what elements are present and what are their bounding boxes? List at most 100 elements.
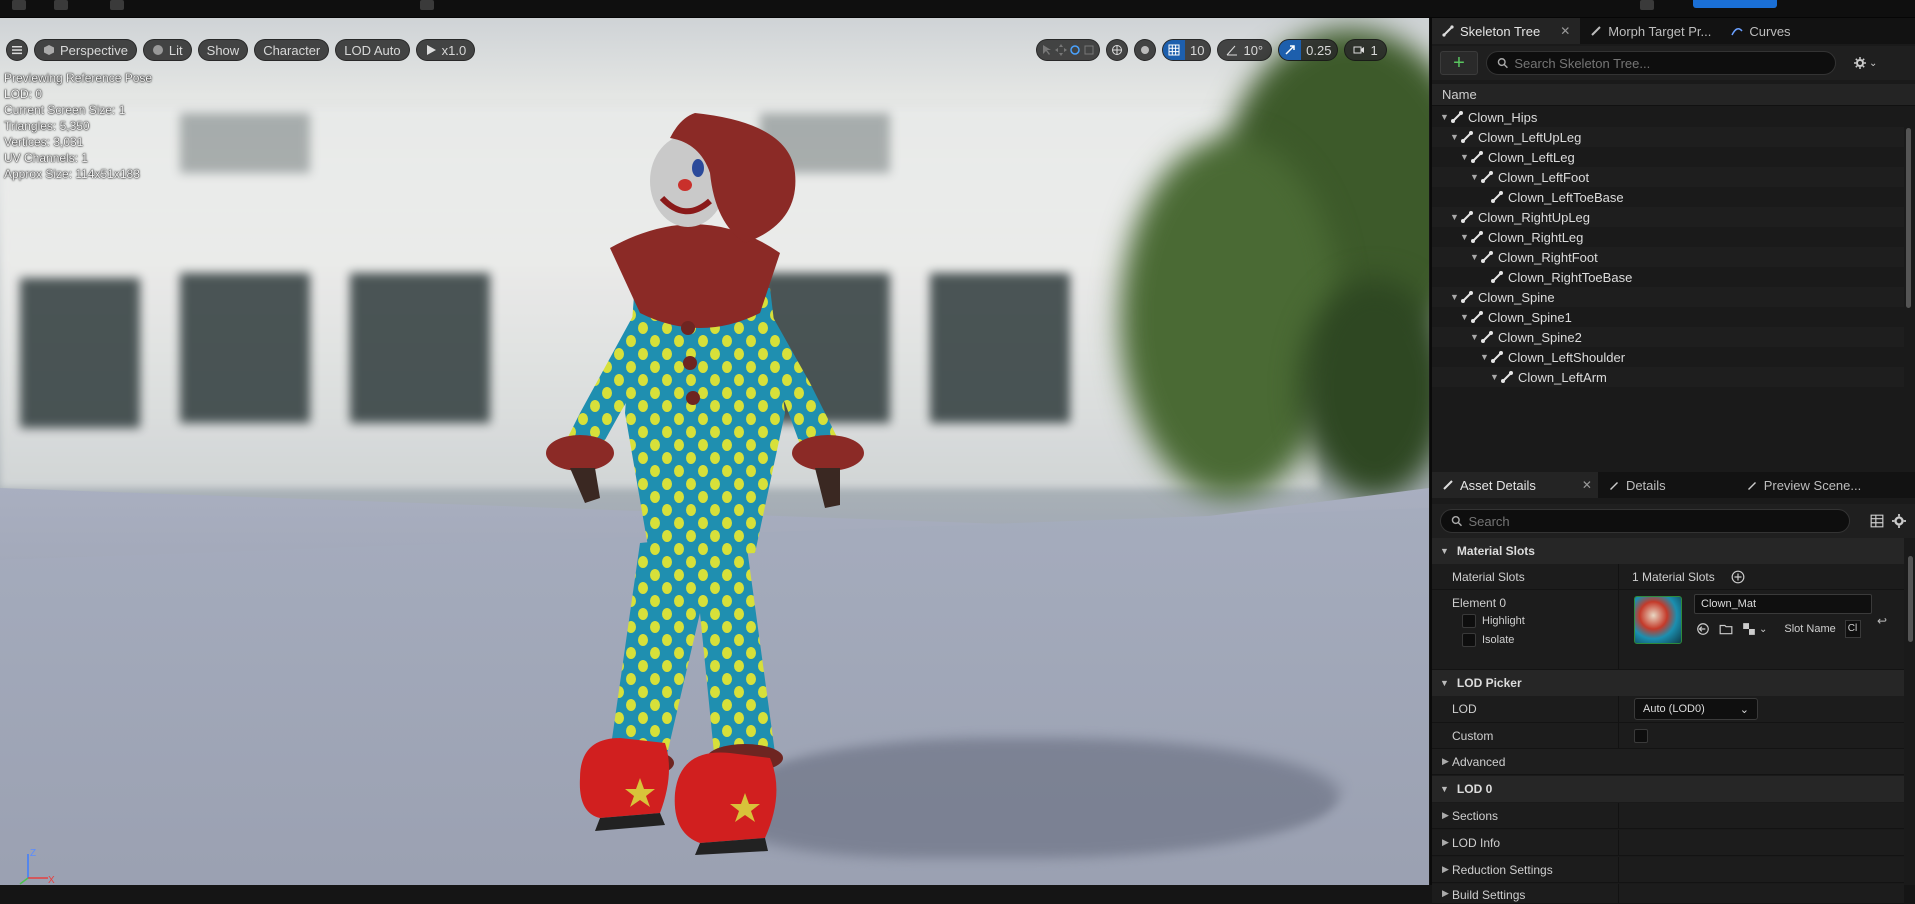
details-search-box[interactable]	[1440, 509, 1850, 533]
bone-icon	[1481, 331, 1493, 343]
bone-row[interactable]: Clown_RightToeBase	[1432, 267, 1904, 287]
bone-row[interactable]: ▼ Clown_LeftFoot	[1432, 167, 1904, 187]
select-arrow-icon[interactable]	[1041, 44, 1053, 56]
material-thumbnail[interactable]	[1634, 596, 1682, 644]
material-slots-section-header[interactable]: ▼ Material Slots	[1432, 538, 1904, 564]
bone-row[interactable]: ▼Clown_LeftForeArm	[1432, 387, 1904, 389]
playback-speed-button[interactable]: x1.0	[415, 39, 476, 61]
surface-snap-button[interactable]	[1134, 39, 1156, 61]
bone-name: Clown_LeftFoot	[1498, 169, 1590, 185]
highlight-checkbox[interactable]	[1462, 614, 1476, 628]
bone-row[interactable]: Clown_LeftToeBase	[1432, 187, 1904, 207]
column-divider	[1618, 857, 1619, 882]
sections-row[interactable]: ▶ Sections	[1432, 803, 1904, 829]
bone-row[interactable]: ▼ Clown_LeftUpLeg	[1432, 127, 1904, 147]
isolate-option[interactable]: Isolate	[1462, 633, 1514, 647]
show-button[interactable]: Show	[197, 39, 249, 61]
custom-checkbox[interactable]	[1634, 728, 1648, 743]
curves-icon	[1731, 28, 1743, 36]
tab-morph-target-preview[interactable]: Morph Target Pr...	[1580, 18, 1721, 44]
bone-row[interactable]: ▼ Clown_Spine2	[1432, 327, 1904, 347]
expand-triangle-icon[interactable]: ▼	[1470, 332, 1480, 342]
tab-details[interactable]: Details	[1598, 472, 1676, 498]
browse-folder-icon[interactable]	[1719, 622, 1733, 636]
tab-curves[interactable]: Curves	[1721, 18, 1800, 44]
add-socket-button[interactable]: +	[1440, 51, 1478, 75]
bone-row[interactable]: ▼ Clown_Spine1	[1432, 307, 1904, 327]
checker-icon[interactable]	[1742, 622, 1756, 636]
expand-triangle-icon[interactable]: ▼	[1460, 232, 1470, 242]
lod-dropdown[interactable]: Auto (LOD0) ⌄	[1634, 698, 1758, 720]
bone-row[interactable]: ▼ Clown_RightLeg	[1432, 227, 1904, 247]
skeleton-tree-scrollbar[interactable]	[1906, 128, 1911, 308]
clown-character-mesh[interactable]	[540, 113, 900, 873]
bone-row[interactable]: ▼ Clown_Hips	[1432, 107, 1904, 127]
bone-row[interactable]: ▼ Clown_LeftShoulder	[1432, 347, 1904, 367]
bone-row[interactable]: ▼ Clown_Spine	[1432, 287, 1904, 307]
gear-icon[interactable]	[1892, 514, 1906, 528]
mode-icon[interactable]	[110, 0, 124, 10]
gear-icon	[1854, 57, 1866, 69]
details-search-input[interactable]	[1468, 513, 1839, 529]
bone-row[interactable]: ▼ Clown_RightFoot	[1432, 247, 1904, 267]
bone-row[interactable]: ▼ Clown_LeftLeg	[1432, 147, 1904, 167]
advanced-row[interactable]: ▶ Advanced	[1432, 749, 1904, 775]
save-icon[interactable]	[12, 0, 26, 10]
lod-info-row[interactable]: ▶ LOD Info	[1432, 830, 1904, 856]
skeleton-search-box[interactable]	[1486, 51, 1836, 75]
lit-button[interactable]: Lit	[142, 39, 192, 61]
skeleton-mode-icon[interactable]	[1640, 0, 1654, 10]
character-button[interactable]: Character	[254, 39, 330, 61]
preview-viewport[interactable]: Perspective Lit Show Character LOD Auto …	[0, 18, 1429, 885]
use-selected-icon[interactable]	[1696, 622, 1710, 636]
tab-asset-details[interactable]: Asset Details ✕	[1432, 472, 1598, 498]
highlight-option[interactable]: Highlight	[1462, 614, 1525, 628]
translate-icon[interactable]	[1055, 44, 1067, 56]
tab-skeleton-tree[interactable]: Skeleton Tree ✕	[1432, 18, 1581, 44]
reduction-settings-row[interactable]: ▶ Reduction Settings	[1432, 857, 1904, 883]
build-settings-row[interactable]: ▶ Build Settings	[1432, 884, 1904, 904]
close-icon[interactable]: ✕	[1582, 478, 1592, 492]
scale-snap-button[interactable]: 0.25	[1278, 39, 1339, 61]
expand-triangle-icon[interactable]: ▼	[1470, 172, 1480, 182]
angle-snap-button[interactable]: 10°	[1217, 39, 1273, 61]
bone-row[interactable]: ▼ Clown_RightUpLeg	[1432, 207, 1904, 227]
expand-triangle-icon[interactable]: ▼	[1450, 292, 1460, 302]
bone-row[interactable]: ▼ Clown_LeftArm	[1432, 367, 1904, 387]
expand-triangle-icon[interactable]: ▼	[1470, 252, 1480, 262]
world-local-button[interactable]	[1106, 39, 1128, 61]
reset-arrow-icon[interactable]: ↩	[1877, 614, 1887, 628]
skeleton-search-input[interactable]	[1514, 55, 1825, 71]
rotate-icon[interactable]	[1069, 44, 1081, 56]
scale-icon[interactable]	[1083, 44, 1095, 56]
viewport-menu-button[interactable]	[6, 39, 28, 61]
tab-preview-scene[interactable]: Preview Scene...	[1736, 472, 1872, 498]
mesh-mode-button[interactable]	[1693, 0, 1777, 8]
expand-triangle-icon[interactable]: ▼	[1440, 112, 1450, 122]
expand-triangle-icon[interactable]: ▼	[1480, 352, 1490, 362]
expand-triangle-icon[interactable]: ▼	[1450, 132, 1460, 142]
expand-triangle-icon[interactable]: ▼	[1450, 212, 1460, 222]
viewport-stats-overlay: Previewing Reference Pose LOD: 0 Current…	[4, 70, 152, 182]
grid-snap-button[interactable]: 10	[1162, 39, 1212, 61]
table-view-icon[interactable]	[1870, 514, 1884, 528]
details-scrollbar[interactable]	[1908, 556, 1913, 642]
toolbar-icon[interactable]	[420, 0, 434, 10]
expand-triangle-icon[interactable]: ▼	[1460, 152, 1470, 162]
lod-auto-button[interactable]: LOD Auto	[335, 39, 410, 61]
expand-triangle-icon[interactable]: ▼	[1460, 312, 1470, 322]
material-asset-field[interactable]: Clown_Mat	[1694, 594, 1872, 614]
bone-icon	[1471, 151, 1483, 163]
perspective-button[interactable]: Perspective	[34, 39, 137, 61]
camera-speed-button[interactable]: 1	[1344, 39, 1387, 61]
lod-picker-section-header[interactable]: ▼ LOD Picker	[1432, 670, 1904, 696]
lod0-section-header[interactable]: ▼ LOD 0	[1432, 776, 1904, 802]
isolate-checkbox[interactable]	[1462, 633, 1476, 647]
expand-triangle-icon[interactable]: ▼	[1490, 372, 1500, 382]
close-icon[interactable]: ✕	[1560, 24, 1570, 38]
skeleton-settings-button[interactable]: ⌄	[1854, 57, 1877, 69]
history-icon[interactable]	[54, 0, 68, 10]
add-circle-icon[interactable]	[1731, 570, 1745, 584]
chevron-down-icon[interactable]: ⌄	[1759, 624, 1767, 635]
slot-name-field[interactable]: Cl	[1844, 620, 1861, 638]
